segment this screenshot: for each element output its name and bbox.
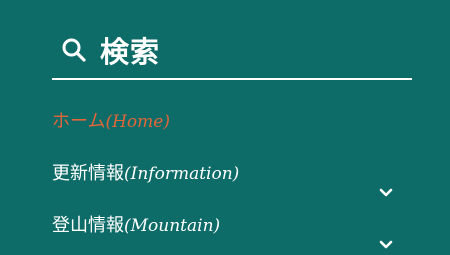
menu-item-label: ホーム(Home) xyxy=(52,111,170,132)
menu-item-home[interactable]: ホーム(Home) xyxy=(52,104,412,156)
search-icon[interactable] xyxy=(60,36,88,64)
menu-item-information[interactable]: 更新情報(Information) xyxy=(52,156,412,208)
chevron-down-icon[interactable] xyxy=(378,186,394,200)
search-label: 検索 xyxy=(100,35,161,69)
menu-item-label: 更新情報(Information) xyxy=(52,163,240,184)
menu-item-mountain[interactable]: 登山情報(Mountain) xyxy=(52,208,412,255)
nav-panel: 検索 ホーム(Home) 更新情報(Information) 登山情報(Moun… xyxy=(0,0,450,255)
menu-list: ホーム(Home) 更新情報(Information) 登山情報(Mountai… xyxy=(52,104,412,255)
chevron-down-icon[interactable] xyxy=(378,238,394,252)
menu-item-label: 登山情報(Mountain) xyxy=(52,215,221,236)
search-field[interactable]: 検索 xyxy=(52,22,412,80)
